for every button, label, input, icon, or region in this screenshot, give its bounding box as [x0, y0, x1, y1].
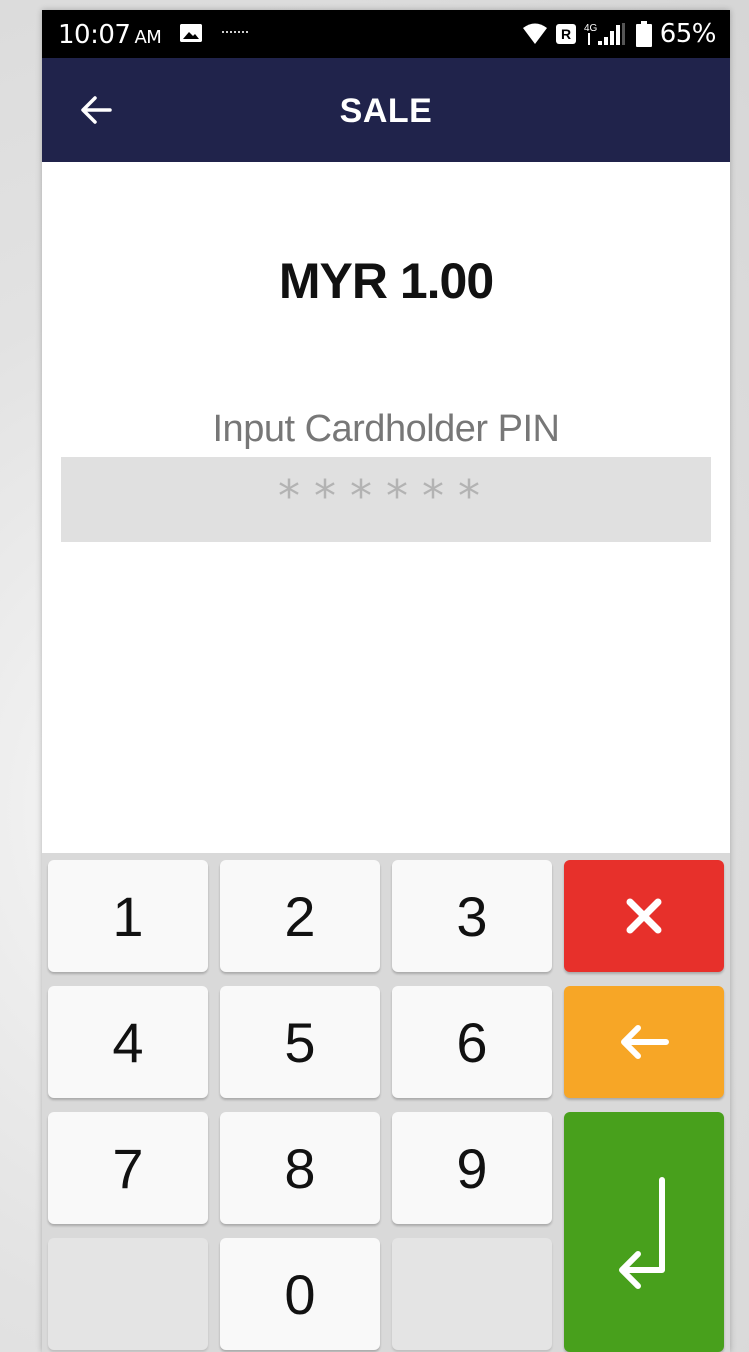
key-7[interactable]: 7 [48, 1112, 208, 1224]
cancel-x-icon [626, 898, 662, 934]
transaction-amount: MYR 1.00 [278, 253, 494, 309]
key-2[interactable]: 2 [220, 860, 380, 972]
key-8[interactable]: 8 [220, 1112, 380, 1224]
key-3[interactable]: 3 [392, 860, 552, 972]
enter-return-icon [619, 1177, 665, 1289]
battery-percent: 65% [659, 19, 717, 49]
roaming-badge-text: R [561, 26, 571, 42]
battery-icon [635, 21, 652, 47]
status-time: 10:07 AM [58, 20, 162, 50]
roaming-icon: R [555, 24, 576, 44]
key-4[interactable]: 4 [48, 986, 208, 1098]
app-notification-icon [222, 31, 248, 37]
cancel-button[interactable] [564, 860, 724, 972]
enter-button[interactable] [564, 1112, 724, 1352]
pin-keypad: 1 2 3 4 5 6 7 8 9 0 [42, 853, 730, 1352]
phone-screen: 10:07 AM R 4G 65% SALE MYR 1.00 Input Ca… [42, 10, 730, 1352]
key-1[interactable]: 1 [48, 860, 208, 972]
app-bar: SALE [42, 58, 730, 162]
key-6[interactable]: 6 [392, 986, 552, 1098]
status-icons: R 4G 65% [522, 18, 717, 50]
pin-field[interactable]: ****** [61, 457, 711, 542]
status-ampm: AM [134, 27, 162, 48]
blank-key-right [392, 1238, 552, 1350]
page-title: SALE [339, 92, 433, 130]
status-bar: 10:07 AM R 4G 65% [42, 10, 730, 58]
pin-label: Input Cardholder PIN [212, 408, 560, 450]
network-type-text: 4G [584, 23, 598, 34]
wifi-icon [522, 23, 547, 44]
pin-mask: ****** [278, 471, 494, 522]
status-time-value: 10:07 [58, 20, 131, 50]
clear-button[interactable] [564, 986, 724, 1098]
backspace-arrow-icon [621, 1025, 669, 1059]
key-5[interactable]: 5 [220, 986, 380, 1098]
key-0[interactable]: 0 [220, 1238, 380, 1350]
gallery-icon [180, 24, 202, 42]
signal-icon: 4G [584, 23, 625, 45]
key-9[interactable]: 9 [392, 1112, 552, 1224]
blank-key-left [48, 1238, 208, 1350]
